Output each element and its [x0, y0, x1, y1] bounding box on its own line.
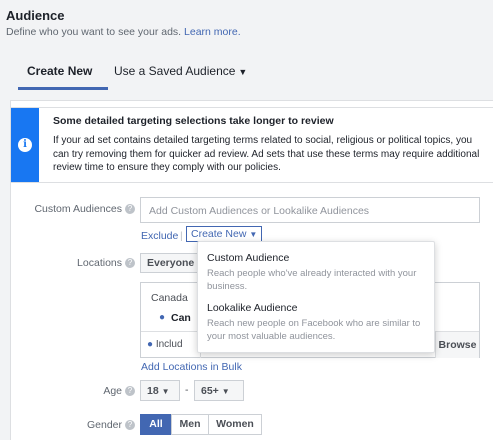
learn-more-link[interactable]: Learn more. — [184, 26, 241, 38]
tab-saved-label: Use a Saved Audience — [114, 64, 236, 78]
location-name: Can — [171, 312, 191, 324]
create-new-label: Create New — [191, 228, 247, 240]
menu-item-description: Reach people who've already interacted w… — [207, 268, 417, 292]
help-icon[interactable]: ? — [125, 386, 135, 397]
notice-body: If your ad set contains detailed targeti… — [53, 135, 480, 173]
chevron-down-icon: ▼ — [221, 387, 230, 396]
active-tab-indicator — [18, 87, 108, 90]
gender-men-button[interactable]: Men — [171, 414, 209, 435]
location-country: Canada — [151, 292, 188, 304]
tab-create-new[interactable]: Create New — [27, 64, 92, 78]
menu-item-custom-audience[interactable]: Custom Audience Reach people who've alre… — [207, 252, 427, 293]
menu-item-title: Custom Audience — [207, 252, 290, 264]
menu-item-lookalike-audience[interactable]: Lookalike Audience Reach new people on F… — [207, 302, 427, 343]
chevron-down-icon: ▼ — [161, 387, 170, 396]
info-icon: i — [18, 138, 32, 152]
audience-tabs: Create New Use a Saved Audience ▼ — [10, 58, 493, 92]
age-max-value: 65+ — [201, 385, 219, 397]
help-icon[interactable]: ? — [125, 420, 135, 431]
menu-item-description: Reach new people on Facebook who are sim… — [207, 318, 421, 342]
age-range-dash: - — [185, 384, 189, 396]
section-subtitle: Define who you want to see your ads. Lea… — [6, 26, 241, 38]
link-separator: | — [180, 230, 183, 242]
browse-button[interactable]: Browse — [435, 332, 479, 358]
custom-audiences-input[interactable]: Add Custom Audiences or Lookalike Audien… — [140, 197, 480, 223]
exclude-link[interactable]: Exclude — [141, 230, 178, 242]
locations-label: Locations? — [17, 257, 135, 269]
custom-audiences-label: Custom Audiences? — [17, 203, 135, 215]
add-locations-bulk-link[interactable]: Add Locations in Bulk — [141, 361, 242, 373]
section-title: Audience — [6, 8, 65, 23]
locations-label-text: Locations — [77, 257, 122, 269]
gender-label-text: Gender — [86, 419, 122, 431]
location-pin-icon: ● — [159, 312, 166, 323]
help-icon[interactable]: ? — [125, 204, 135, 215]
age-max-select[interactable]: 65+ ▼ — [194, 380, 244, 401]
age-label-text: Age — [103, 385, 122, 397]
create-new-button[interactable]: Create New ▼ — [186, 226, 263, 242]
custom-audiences-label-text: Custom Audiences — [34, 203, 122, 215]
age-label: Age? — [17, 385, 135, 397]
age-min-select[interactable]: 18 ▼ — [140, 380, 180, 401]
create-new-dropdown-menu: Custom Audience Reach people who've alre… — [197, 241, 435, 353]
help-icon[interactable]: ? — [125, 258, 135, 269]
location-pin-icon: ● — [147, 339, 154, 350]
audience-card: i Some detailed targeting selections tak… — [10, 100, 493, 440]
gender-women-button[interactable]: Women — [208, 414, 262, 435]
include-label: Includ — [155, 339, 183, 350]
include-select[interactable]: ● Includ — [141, 332, 201, 358]
audience-header: Audience Define who you want to see your… — [6, 8, 241, 38]
review-notice: i Some detailed targeting selections tak… — [11, 107, 493, 183]
menu-item-title: Lookalike Audience — [207, 302, 298, 314]
tab-use-saved-audience[interactable]: Use a Saved Audience ▼ — [114, 64, 247, 78]
age-min-value: 18 — [147, 385, 159, 397]
notice-title: Some detailed targeting selections take … — [53, 115, 334, 127]
gender-all-button[interactable]: All — [140, 414, 172, 435]
location-type-select[interactable]: Everyone — [140, 253, 200, 273]
subtitle-text: Define who you want to see your ads. — [6, 26, 182, 38]
caret-down-icon: ▼ — [238, 67, 248, 77]
chevron-down-icon: ▼ — [249, 230, 258, 239]
gender-label: Gender? — [17, 419, 135, 431]
